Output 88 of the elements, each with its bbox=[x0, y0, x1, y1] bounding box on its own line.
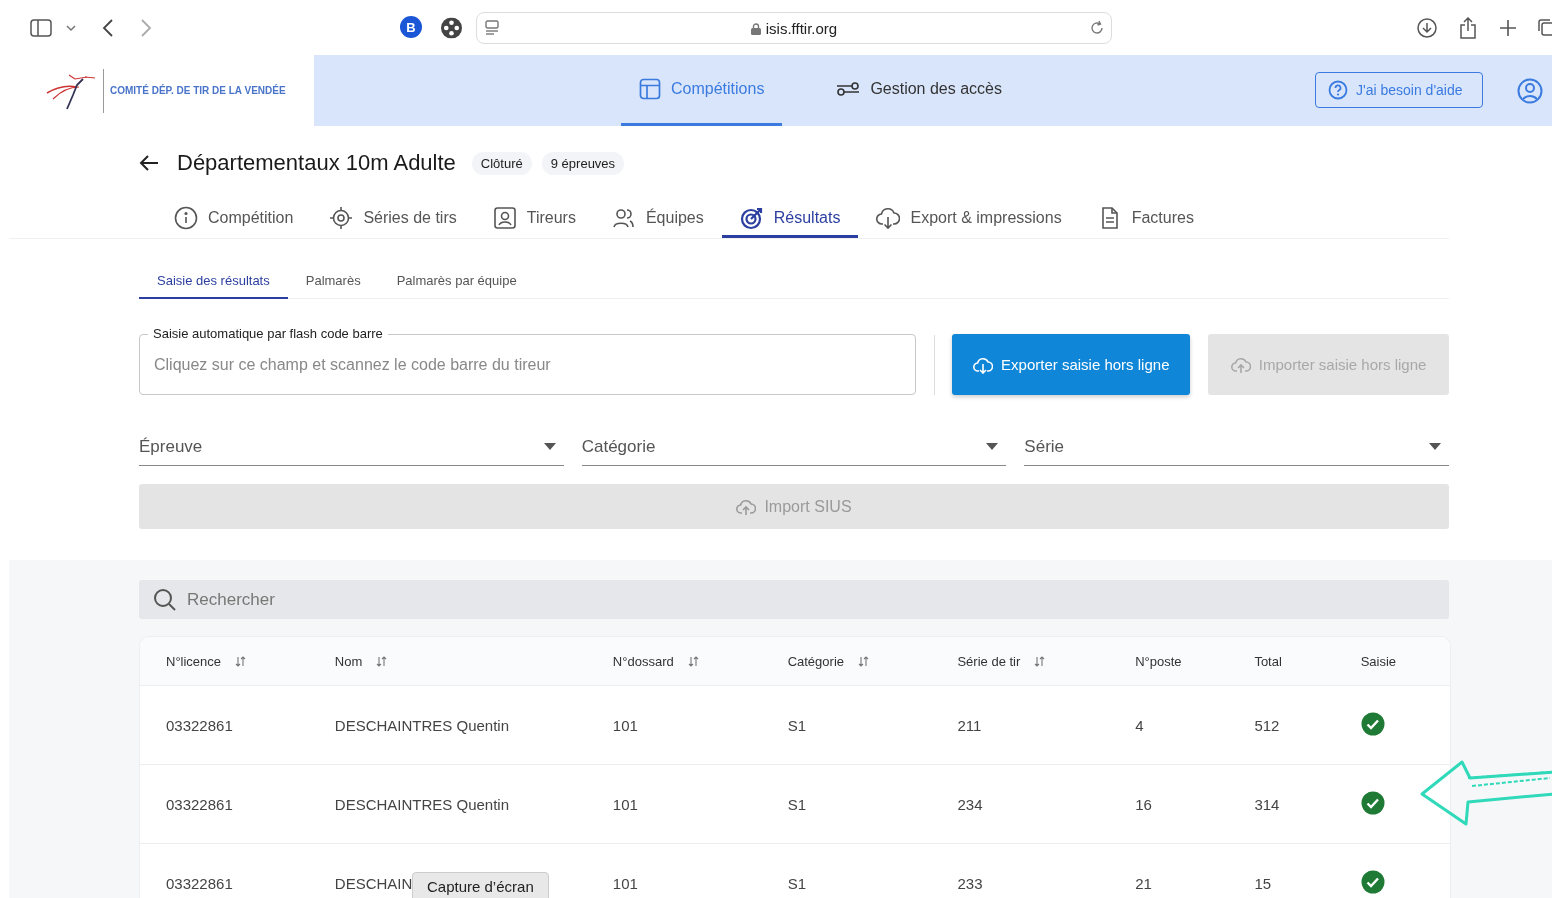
section-tab[interactable]: Tireurs bbox=[474, 200, 594, 238]
extension-badge[interactable]: B bbox=[400, 16, 422, 38]
column-header[interactable]: N°dossard bbox=[612, 653, 674, 669]
tabs-overview-icon[interactable] bbox=[1538, 17, 1552, 38]
cloud-icon bbox=[1230, 355, 1251, 374]
search-icon bbox=[153, 588, 177, 612]
status-chip: 9 épreuves bbox=[541, 151, 625, 175]
sort-icon[interactable] bbox=[1034, 655, 1046, 667]
cloud-upload-icon bbox=[736, 497, 757, 516]
filter-select[interactable]: Épreuve bbox=[139, 428, 564, 466]
table-cell: 314 bbox=[1254, 795, 1280, 813]
sort-icon[interactable] bbox=[376, 655, 388, 667]
toggle-icon bbox=[836, 81, 861, 97]
column-header: N°poste bbox=[1135, 653, 1182, 669]
sub-tab[interactable]: Palmarès par équipe bbox=[378, 263, 535, 299]
question-icon bbox=[1328, 80, 1348, 100]
filter-select[interactable]: Série bbox=[1024, 428, 1449, 466]
reload-icon[interactable] bbox=[1089, 20, 1105, 36]
nav-tab[interactable]: Gestion des accès bbox=[818, 55, 1020, 126]
table-cell: 03322861 bbox=[166, 716, 233, 734]
section-tab[interactable]: Compétition bbox=[156, 200, 312, 238]
table-cell: 101 bbox=[612, 874, 638, 892]
table-cell: DESCHAINTRES Quentin bbox=[334, 795, 510, 813]
table-cell: 234 bbox=[957, 795, 983, 813]
table-cell: DESCHAINTRES Quentin bbox=[334, 716, 510, 734]
table-cell: 211 bbox=[957, 716, 982, 734]
user-avatar-icon[interactable] bbox=[1517, 78, 1543, 104]
reader-icon[interactable] bbox=[485, 20, 499, 36]
dropdown-caret-icon bbox=[543, 443, 556, 450]
section-tab[interactable]: Résultats bbox=[721, 200, 859, 238]
tooltip: Capture d’écran bbox=[412, 872, 549, 898]
section-tab[interactable]: Équipes bbox=[593, 200, 722, 238]
table-cell: 21 bbox=[1135, 874, 1152, 892]
dropdown-caret-icon bbox=[986, 443, 999, 450]
table-cell: 15 bbox=[1254, 874, 1272, 892]
new-tab-icon[interactable] bbox=[1499, 18, 1517, 37]
info-icon bbox=[174, 205, 198, 230]
id-card-icon bbox=[492, 205, 517, 230]
filter-select[interactable]: Catégorie bbox=[581, 428, 1007, 466]
sidebar-icon[interactable] bbox=[30, 18, 52, 37]
dropdown-caret-icon bbox=[1429, 443, 1441, 450]
extension-icon[interactable] bbox=[441, 17, 462, 38]
table-cell: 03322861 bbox=[166, 795, 233, 813]
table-cell: S1 bbox=[787, 716, 806, 734]
organization-name: COMITÉ DÉP. DE TIR DE LA VENDÉE bbox=[110, 85, 286, 96]
table-cell: 101 bbox=[612, 716, 638, 734]
section-tab[interactable]: Factures bbox=[1079, 200, 1212, 238]
export-button[interactable]: Exporter saisie hors ligne bbox=[952, 334, 1191, 395]
table-cell: S1 bbox=[787, 874, 806, 892]
column-header[interactable]: Série de tir bbox=[957, 653, 1021, 669]
back-arrow-icon[interactable] bbox=[139, 154, 159, 172]
target-icon bbox=[329, 205, 354, 230]
cloud-download-icon bbox=[876, 205, 901, 230]
table-icon bbox=[639, 78, 661, 100]
section-tab[interactable]: Export & impressions bbox=[858, 200, 1080, 238]
competition-title: Départementaux 10m Adulte bbox=[177, 150, 456, 176]
address-bar[interactable]: isis.fftir.org bbox=[476, 12, 1112, 44]
table-cell: 4 bbox=[1135, 716, 1144, 734]
table-cell: 16 bbox=[1135, 795, 1152, 813]
cloud-icon bbox=[973, 355, 994, 374]
column-header[interactable]: N°licence bbox=[166, 653, 222, 669]
back-icon[interactable] bbox=[102, 18, 114, 37]
column-header: Saisie bbox=[1360, 653, 1397, 669]
status-chip: Clôturé bbox=[471, 151, 532, 175]
sort-icon[interactable] bbox=[235, 655, 247, 667]
table-cell: S1 bbox=[787, 795, 806, 813]
column-header[interactable]: Catégorie bbox=[787, 653, 844, 669]
target-check-icon bbox=[739, 205, 764, 230]
sort-icon[interactable] bbox=[858, 655, 869, 667]
column-header: Total bbox=[1254, 653, 1282, 669]
table-cell: 03322861 bbox=[166, 874, 233, 892]
sub-tab[interactable]: Palmarès bbox=[287, 263, 379, 299]
table-cell: DESCHAIN bbox=[334, 874, 413, 892]
column-header[interactable]: Nom bbox=[334, 653, 363, 669]
forward-icon[interactable] bbox=[140, 18, 152, 37]
search-field[interactable]: Rechercher bbox=[139, 580, 1449, 619]
table-cell: 101 bbox=[612, 795, 638, 813]
download-icon[interactable] bbox=[1417, 17, 1437, 38]
share-icon[interactable] bbox=[1459, 16, 1477, 39]
field-label: Saisie automatique par flash code barre bbox=[148, 326, 388, 342]
chevron-down-icon[interactable] bbox=[66, 23, 76, 32]
table-cell: 512 bbox=[1254, 716, 1280, 734]
lock-icon bbox=[750, 22, 761, 35]
section-tab[interactable]: Séries de tirs bbox=[311, 200, 475, 238]
sort-icon[interactable] bbox=[687, 655, 699, 667]
table-cell: 233 bbox=[957, 874, 983, 892]
url-text: isis.fftir.org bbox=[765, 20, 838, 37]
sub-tab[interactable]: Saisie des résultats bbox=[139, 263, 288, 299]
